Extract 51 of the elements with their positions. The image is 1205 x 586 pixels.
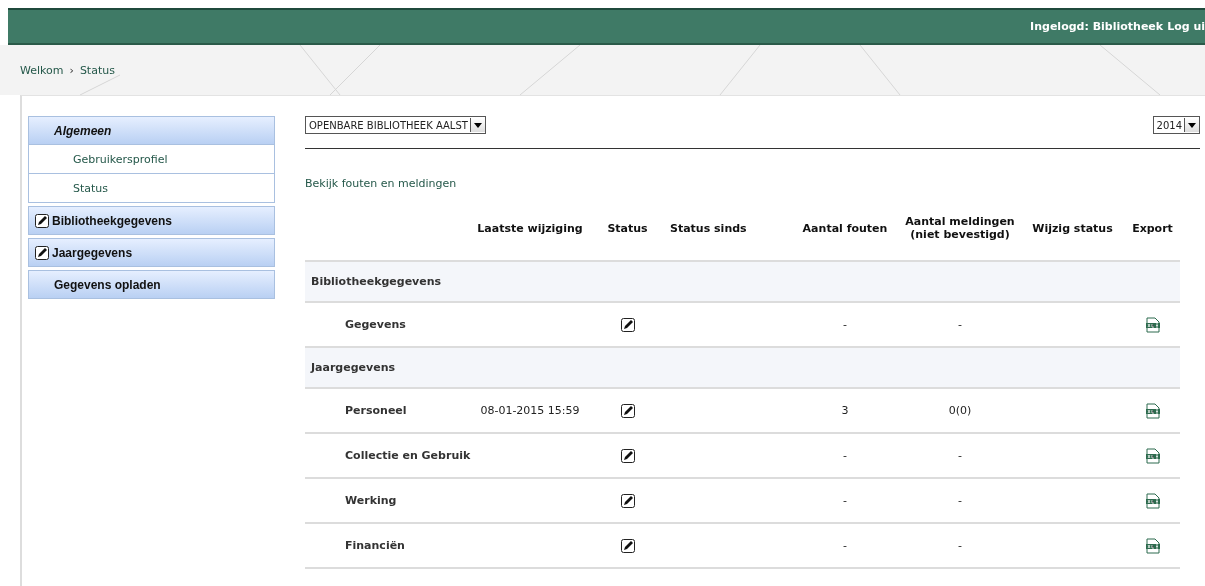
errors-link[interactable]: Bekijk fouten en meldingen <box>305 177 1200 190</box>
spreadsheet-file-icon[interactable] <box>1145 537 1160 554</box>
sidebar-item[interactable]: Gebruikersprofiel <box>29 145 274 173</box>
sidebar-header[interactable]: Gegevens opladen <box>28 270 275 299</box>
column-header: Aantal fouten <box>802 221 888 235</box>
library-dropdown[interactable]: OPENBARE BIBLIOTHEEK AALST <box>305 116 486 134</box>
section-row: Bibliotheekgegevens <box>305 262 1180 303</box>
edit-icon <box>620 317 635 332</box>
column-header: Laatste wijziging <box>477 221 583 235</box>
table-cell: - <box>958 494 962 507</box>
edit-icon <box>620 403 635 418</box>
spreadsheet-file-icon[interactable] <box>1145 316 1160 333</box>
edit-icon <box>620 538 635 553</box>
table-cell: - <box>958 539 962 552</box>
table-cell: 0(0) <box>948 404 972 417</box>
year-dropdown[interactable]: 2014 <box>1152 116 1200 134</box>
row-name: Werking <box>345 494 397 507</box>
row-name: Collectie en Gebruik <box>345 449 471 462</box>
breadcrumb-link[interactable]: Welkom <box>20 63 64 77</box>
column-header: Export <box>1132 221 1173 235</box>
column-header: Status sinds <box>670 221 747 235</box>
table-cell: - <box>958 318 962 331</box>
edit-icon <box>620 493 635 508</box>
sidebar-header[interactable]: Algemeen <box>28 116 275 145</box>
row-name: Personeel <box>345 404 407 417</box>
table-cell: - <box>843 449 847 462</box>
logout-link[interactable]: Log ui <box>1167 20 1205 33</box>
table-cell: 3 <box>841 404 849 417</box>
spreadsheet-file-icon[interactable] <box>1145 447 1160 464</box>
column-header: Status <box>607 221 648 235</box>
row-name: Financiën <box>345 539 405 552</box>
table-cell: 08-01-2015 15:59 <box>480 404 580 417</box>
spreadsheet-file-icon[interactable] <box>1145 402 1160 419</box>
spreadsheet-file-icon[interactable] <box>1145 492 1160 509</box>
sidebar-header[interactable]: Bibliotheekgegevens <box>28 206 275 235</box>
sidebar-header[interactable]: Jaargegevens <box>28 238 275 267</box>
edit-icon <box>620 448 635 463</box>
table-cell: - <box>843 494 847 507</box>
row-name: Gegevens <box>345 318 406 331</box>
table-cell: - <box>843 318 847 331</box>
column-header: Aantal meldingen (niet bevestigd) <box>905 215 1015 241</box>
logged-in-user: Ingelogd: Bibliotheek <box>1030 20 1164 33</box>
sidebar-item[interactable]: Status <box>29 173 274 202</box>
edit-icon <box>35 213 49 228</box>
breadcrumb-link[interactable]: Status <box>79 63 115 77</box>
section-row: Jaargegevens <box>305 348 1180 389</box>
table-cell: - <box>958 449 962 462</box>
column-header: Wijzig status <box>1032 221 1113 235</box>
breadcrumb-separator: › <box>69 63 74 77</box>
edit-icon <box>35 245 49 260</box>
table-cell: - <box>843 539 847 552</box>
